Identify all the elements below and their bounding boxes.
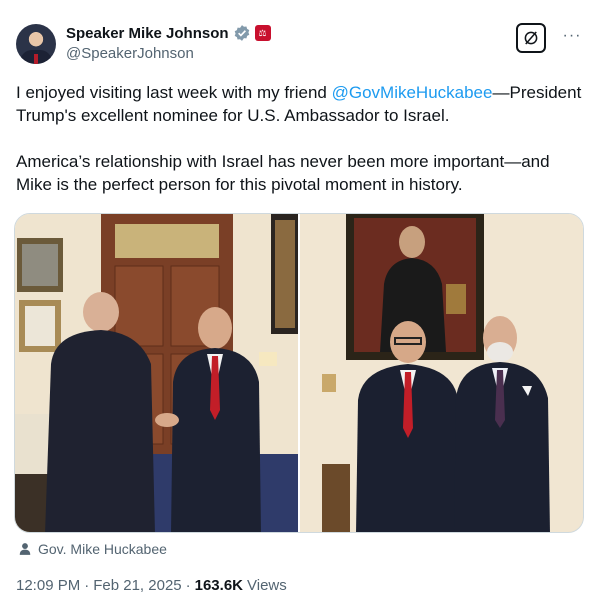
meta-separator: · <box>84 577 90 594</box>
display-name[interactable]: Speaker Mike Johnson <box>66 25 229 42</box>
paragraph-1: I enjoyed visiting last week with my fri… <box>16 83 582 125</box>
person-icon <box>19 543 31 555</box>
author-info: Speaker Mike Johnson ⚖ @SpeakerJohnson <box>66 23 271 62</box>
more-options-button[interactable]: ··· <box>560 26 584 46</box>
verified-badge-icon <box>234 25 249 41</box>
mention-link[interactable]: @GovMikeHuckabee <box>332 83 493 102</box>
tweet-time[interactable]: 12:09 PM <box>16 577 80 594</box>
tweet-header: Speaker Mike Johnson ⚖ @SpeakerJohnson ·… <box>16 20 584 64</box>
tweet: Speaker Mike Johnson ⚖ @SpeakerJohnson ·… <box>0 0 600 609</box>
tagged-user-name: Gov. Mike Huckabee <box>38 541 167 557</box>
media-grid <box>14 213 584 533</box>
tweet-text: I enjoyed visiting last week with my fri… <box>16 81 584 196</box>
grok-icon <box>524 31 538 45</box>
views-count: 163.6K <box>194 577 243 594</box>
handle[interactable]: @SpeakerJohnson <box>66 45 271 62</box>
photo-handshake[interactable] <box>15 214 298 532</box>
paragraph-2: America’s relationship with Israel has n… <box>16 152 550 194</box>
meta-separator: · <box>185 577 191 594</box>
photo-portrait-pose[interactable] <box>300 214 583 532</box>
views-label: Views <box>247 577 287 594</box>
government-badge-icon: ⚖ <box>254 25 271 41</box>
tagged-users[interactable]: Gov. Mike Huckabee <box>18 541 167 557</box>
avatar[interactable] <box>16 24 56 64</box>
tweet-date[interactable]: Feb 21, 2025 <box>93 577 181 594</box>
tweet-meta: 12:09 PM · Feb 21, 2025 · 163.6K Views <box>16 577 287 594</box>
grok-button[interactable] <box>516 23 546 53</box>
